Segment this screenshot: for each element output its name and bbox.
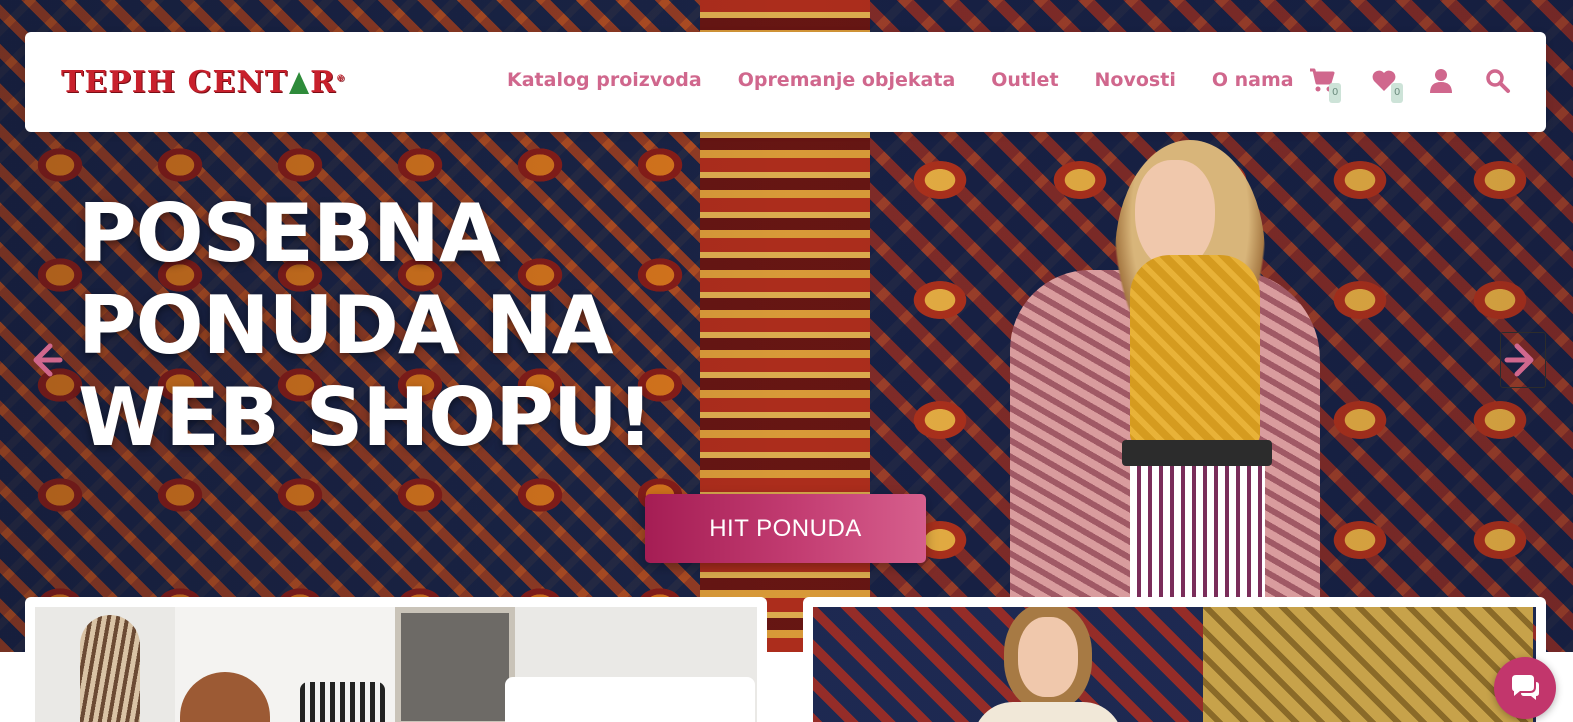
search-icon [1486, 69, 1510, 93]
chat-button[interactable] [1494, 657, 1556, 719]
user-icon [1430, 69, 1452, 93]
promo-image-rugs [813, 607, 1536, 722]
model-belt [1122, 440, 1272, 466]
model-blouse [1130, 255, 1260, 445]
wishlist-button[interactable]: 0 [1371, 68, 1404, 103]
cart-count-badge: 0 [1329, 83, 1342, 103]
promo-image-living-room [35, 607, 757, 722]
hero-model-image [1010, 140, 1330, 652]
slider-next-button[interactable] [1500, 332, 1546, 388]
hero-headline-line: WEB SHOPU! [78, 371, 653, 464]
cart-button[interactable]: 0 [1309, 68, 1342, 103]
room-mirror [395, 607, 515, 722]
search-button[interactable] [1485, 68, 1513, 96]
promo-card-rugs[interactable] [803, 597, 1546, 722]
account-button[interactable] [1428, 68, 1456, 96]
promo-card-interior[interactable] [25, 597, 767, 722]
promo-gold-rug [1203, 607, 1533, 722]
slider-prev-button[interactable] [20, 333, 68, 387]
arrow-left-icon [33, 343, 63, 377]
room-zebra-decor [80, 615, 140, 722]
chat-icon [1512, 675, 1539, 700]
model-face [1135, 160, 1215, 270]
room-sofa [505, 677, 755, 722]
hit-ponuda-button[interactable]: HIT PONUDA [645, 494, 926, 563]
promo-model-face [1018, 617, 1078, 697]
arrow-right-icon [1504, 343, 1534, 377]
wishlist-count-badge: 0 [1391, 83, 1404, 103]
hero-headline-line: PONUDA NA [78, 279, 614, 372]
header-icons: 0 0 [25, 68, 1546, 108]
room-pillow [300, 682, 385, 722]
site-header: TEPIH CENT R® Katalog proizvoda Opremanje… [25, 32, 1546, 132]
hero-headline-line: POSEBNA [78, 187, 501, 280]
promo-model-dress [973, 702, 1123, 722]
hero-headline: POSEBNA PONUDA NA WEB SHOPU! [78, 188, 718, 464]
